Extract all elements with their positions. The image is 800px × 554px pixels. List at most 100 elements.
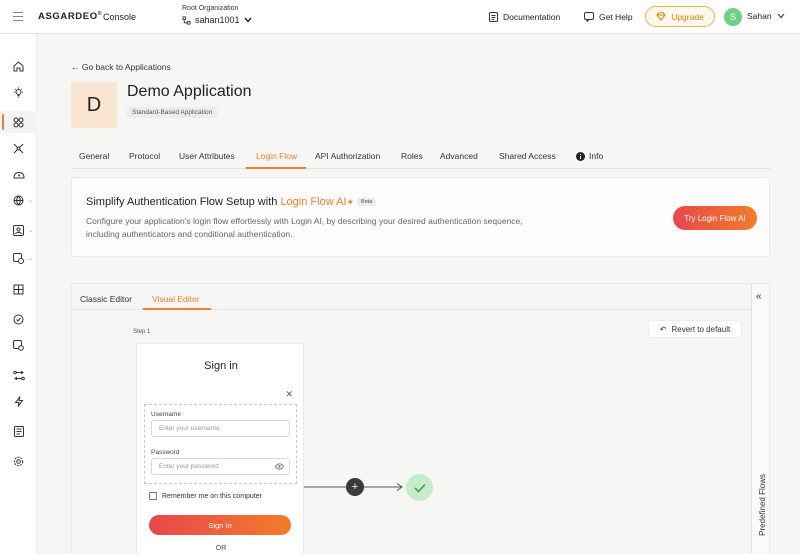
roles-icon	[13, 252, 24, 264]
add-step-button[interactable]: +	[346, 478, 364, 496]
app-tabs: General Protocol User Attributes Login F…	[71, 144, 770, 169]
sidebar-item-secrets[interactable]	[0, 308, 37, 330]
or-divider: OR	[215, 545, 227, 552]
sidebar-item-logs[interactable]	[0, 420, 37, 442]
sidebar-item-organizations[interactable]	[0, 278, 37, 300]
sidebar-item-branding[interactable]: ⌄	[0, 189, 37, 211]
tab-info[interactable]: Info	[576, 151, 603, 161]
organization-icon	[182, 15, 191, 25]
ai-title-highlight: Login Flow AI	[280, 196, 347, 208]
username-label: Username	[151, 411, 181, 418]
sidebar-item-console-settings[interactable]	[0, 450, 37, 472]
sidebar-item-user-attributes[interactable]	[0, 163, 37, 185]
documentation-label: Documentation	[503, 12, 561, 22]
ai-banner-description: Configure your application's login flow …	[86, 216, 523, 239]
tab-api-authorization[interactable]: API Authorization	[315, 151, 380, 161]
password-placeholder: Enter your password	[159, 463, 219, 470]
page-title: Demo Application	[127, 83, 252, 100]
actions-icon	[14, 395, 23, 407]
settings-icon	[13, 339, 24, 351]
signin-button[interactable]: Sign In	[149, 515, 291, 535]
tab-user-attributes[interactable]: User Attributes	[179, 151, 235, 161]
document-icon	[489, 12, 498, 22]
get-help-link[interactable]: Get Help	[584, 9, 633, 25]
check-icon	[413, 483, 426, 493]
beta-badge: Beta	[357, 198, 377, 207]
tab-general[interactable]: General	[79, 151, 109, 161]
product-name: Console	[103, 12, 137, 22]
sidebar: ⌄ ⌄ ⌄	[0, 34, 37, 554]
eye-icon[interactable]	[275, 463, 284, 470]
signin-step-card[interactable]: Sign in ✕ Username Enter your username P…	[136, 343, 304, 554]
chevron-down-icon	[244, 17, 252, 23]
login-flow-ai-banner: Simplify Authentication Flow Setup with …	[71, 177, 770, 257]
sidebar-item-user-management[interactable]: ⌄	[0, 219, 37, 241]
sidebar-item-actions[interactable]	[0, 390, 37, 412]
globe-icon	[13, 195, 24, 205]
sidebar-item-settings[interactable]	[0, 334, 37, 356]
flow-editor: Classic Editor Visual Editor « Predefine…	[71, 283, 770, 554]
avatar[interactable]: S	[724, 8, 742, 26]
organizations-icon	[13, 284, 24, 294]
password-field[interactable]: Enter your password	[151, 458, 290, 475]
chevron-down-icon	[777, 13, 785, 19]
org-caption: Root Organization	[182, 5, 239, 12]
arrow-left-icon: ←	[71, 62, 80, 72]
active-tab-indicator	[246, 167, 306, 169]
identifier-first-block[interactable]: Username Enter your username Password En…	[144, 404, 297, 484]
chevron-down-icon: ⌄	[27, 197, 33, 204]
ai-banner-title: Simplify Authentication Flow Setup with …	[86, 196, 377, 208]
collapse-icon[interactable]: «	[756, 291, 762, 302]
sidebar-item-flows[interactable]	[0, 364, 37, 386]
app-type-badge: Standard-Based Application	[127, 107, 218, 118]
chevron-down-icon: ⌄	[27, 255, 33, 262]
tab-shared-access[interactable]: Shared Access	[499, 151, 556, 161]
tab-protocol[interactable]: Protocol	[129, 151, 160, 161]
connections-icon	[13, 143, 24, 153]
sparkle-icon: ✦	[346, 197, 355, 207]
logs-icon	[13, 425, 24, 437]
user-name: Sahan	[747, 11, 772, 21]
documentation-link[interactable]: Documentation	[489, 9, 560, 25]
upgrade-button[interactable]: Upgrade	[645, 6, 715, 27]
home-icon	[13, 60, 24, 71]
brand-name: ASGARDEO	[38, 11, 98, 23]
tab-roles[interactable]: Roles	[401, 151, 423, 161]
branding-icon	[13, 314, 24, 324]
ai-title-prefix: Simplify Authentication Flow Setup with	[86, 196, 281, 208]
signin-title: Sign in	[204, 360, 238, 372]
sidebar-item-roles[interactable]: ⌄	[0, 247, 37, 269]
sidebar-item-applications[interactable]	[0, 111, 37, 133]
tab-info-label: Info	[589, 151, 604, 161]
brand-mark: ®	[97, 11, 102, 17]
predefined-flows-label: Predefined Flows	[758, 474, 767, 536]
try-login-flow-ai-button[interactable]: Try Login Flow AI	[673, 206, 757, 230]
apps-icon	[13, 117, 24, 127]
menu-icon[interactable]	[13, 12, 23, 24]
sidebar-item-getting-started[interactable]	[0, 81, 37, 103]
checkbox[interactable]	[149, 492, 157, 500]
gear-icon	[13, 456, 24, 466]
tab-login-flow[interactable]: Login Flow	[256, 151, 297, 161]
close-icon[interactable]: ✕	[285, 389, 293, 400]
back-link[interactable]: ← Go back to Applications	[71, 62, 171, 72]
org-name: sahan1001	[195, 15, 240, 25]
remember-me-label: Remember me on this computer	[162, 492, 262, 500]
success-step-node	[406, 474, 433, 501]
help-icon	[584, 12, 594, 22]
remember-me-checkbox[interactable]: Remember me on this computer	[149, 492, 262, 500]
tab-advanced[interactable]: Advanced	[440, 151, 478, 161]
back-link-label: Go back to Applications	[81, 62, 171, 72]
info-icon	[576, 151, 585, 161]
sidebar-item-connections[interactable]	[0, 137, 37, 159]
diamond-icon	[656, 12, 666, 21]
org-switcher[interactable]: sahan1001	[182, 15, 252, 25]
lightbulb-icon	[14, 87, 23, 97]
user-menu[interactable]: Sahan	[747, 11, 785, 21]
predefined-flows-panel[interactable]: « Predefined Flows	[751, 284, 769, 554]
brand-logo[interactable]: ASGARDEO®	[38, 11, 102, 22]
users-icon	[12, 171, 25, 178]
username-field[interactable]: Enter your username	[151, 420, 290, 437]
chevron-down-icon: ⌄	[27, 227, 33, 234]
sidebar-item-home[interactable]	[0, 55, 37, 77]
